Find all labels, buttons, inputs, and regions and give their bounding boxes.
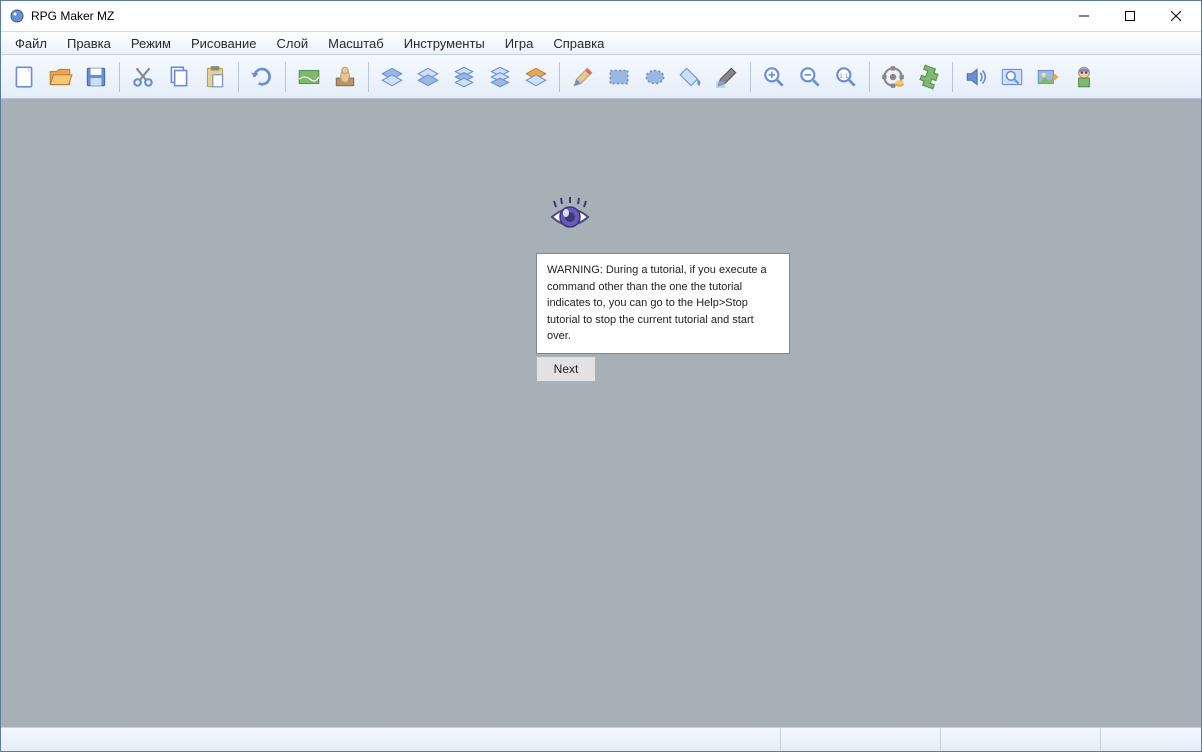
svg-text:1:1: 1:1 [839, 73, 848, 80]
zoom-out-button[interactable] [793, 60, 827, 94]
pencil-button[interactable] [566, 60, 600, 94]
open-project-button[interactable] [43, 60, 77, 94]
layer1-button[interactable] [375, 60, 409, 94]
new-project-button[interactable] [7, 60, 41, 94]
status-cell-3 [941, 728, 1101, 751]
menu-mode[interactable]: Режим [121, 34, 181, 53]
rectangle-button[interactable] [602, 60, 636, 94]
toolbar: 1:1 [1, 55, 1201, 99]
actual-size-button[interactable]: 1:1 [829, 60, 863, 94]
menu-layer[interactable]: Слой [266, 34, 318, 53]
toolbar-separator [119, 62, 120, 92]
toolbar-separator [869, 62, 870, 92]
menu-edit[interactable]: Правка [57, 34, 121, 53]
main-window: RPG Maker MZ Файл Правка Режим Рисование… [0, 0, 1202, 752]
status-cell-2 [781, 728, 941, 751]
zoom-in-button[interactable] [757, 60, 791, 94]
minimize-button[interactable] [1061, 1, 1107, 31]
menu-file[interactable]: Файл [5, 34, 57, 53]
database-button[interactable] [876, 60, 910, 94]
toolbar-separator [559, 62, 560, 92]
close-button[interactable] [1153, 1, 1199, 31]
statusbar [1, 727, 1201, 751]
menu-draw[interactable]: Рисование [181, 34, 266, 53]
layer4-button[interactable] [483, 60, 517, 94]
shadow-pen-button[interactable] [710, 60, 744, 94]
resource-manager-button[interactable] [1031, 60, 1065, 94]
toolbar-separator [750, 62, 751, 92]
window-controls [1061, 1, 1199, 31]
maximize-button[interactable] [1107, 1, 1153, 31]
plugin-manager-button[interactable] [912, 60, 946, 94]
toolbar-separator [952, 62, 953, 92]
event-searcher-button[interactable] [995, 60, 1029, 94]
event-mode-button[interactable] [328, 60, 362, 94]
sound-test-button[interactable] [959, 60, 993, 94]
app-icon [9, 8, 25, 24]
copy-button[interactable] [162, 60, 196, 94]
tutorial-next-button[interactable]: Next [536, 356, 596, 382]
toolbar-separator [238, 62, 239, 92]
menu-scale[interactable]: Масштаб [318, 34, 394, 53]
map-mode-button[interactable] [292, 60, 326, 94]
tutorial-eye-icon [546, 195, 594, 235]
titlebar: RPG Maker MZ [1, 1, 1201, 31]
tutorial-popup: WARNING: During a tutorial, if you execu… [536, 195, 790, 382]
region-layer-button[interactable] [519, 60, 553, 94]
menu-game[interactable]: Игра [495, 34, 544, 53]
menu-tools[interactable]: Инструменты [394, 34, 495, 53]
save-project-button[interactable] [79, 60, 113, 94]
flood-fill-button[interactable] [674, 60, 708, 94]
character-generator-button[interactable] [1067, 60, 1101, 94]
layer2-button[interactable] [411, 60, 445, 94]
menubar: Файл Правка Режим Рисование Слой Масштаб… [1, 31, 1201, 55]
status-cell-4 [1101, 728, 1201, 751]
window-title: RPG Maker MZ [31, 9, 114, 23]
toolbar-separator [285, 62, 286, 92]
tutorial-message: WARNING: During a tutorial, if you execu… [536, 253, 790, 354]
toolbar-separator [368, 62, 369, 92]
menu-help[interactable]: Справка [543, 34, 614, 53]
paste-button[interactable] [198, 60, 232, 94]
status-cell-1 [1, 728, 781, 751]
cut-button[interactable] [126, 60, 160, 94]
layer3-button[interactable] [447, 60, 481, 94]
undo-button[interactable] [245, 60, 279, 94]
ellipse-button[interactable] [638, 60, 672, 94]
workspace: WARNING: During a tutorial, if you execu… [1, 99, 1201, 727]
